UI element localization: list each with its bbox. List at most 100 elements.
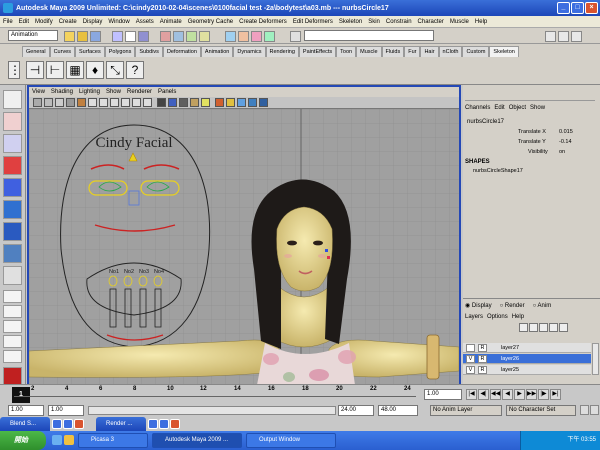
quick-launch-folder-icon[interactable] [64,435,74,445]
select-object-icon[interactable] [125,31,136,42]
render-icon[interactable] [238,31,249,42]
maximize-button[interactable]: □ [571,2,584,14]
menu-animate[interactable]: Animate [157,19,185,25]
menu-geometry-cache[interactable]: Geometry Cache [185,19,236,25]
smooth-shade-icon[interactable] [168,98,177,107]
bookmark-icon[interactable] [55,98,64,107]
taskbar-maya[interactable]: Autodesk Maya 2009 ... [152,433,242,448]
tool-settings-icon[interactable] [558,31,569,42]
shelf-tab-curves[interactable]: Curves [49,46,75,57]
move-tool-icon[interactable] [3,156,22,175]
channel-box-icon[interactable] [571,31,582,42]
menu-set-dropdown[interactable]: Animation [8,30,58,41]
menu-file[interactable]: File [0,19,16,25]
menu-skin[interactable]: Skin [365,19,383,25]
maximize-icon[interactable] [159,419,169,429]
joint-tool-icon[interactable]: ⊣ [26,61,44,79]
layer-menu-options[interactable]: Options [487,312,508,322]
xray-icon[interactable] [215,98,224,107]
select-hierarchy-icon[interactable] [112,31,123,42]
cb-menu-show[interactable]: Show [528,105,547,115]
shadows-icon[interactable] [259,98,268,107]
3d-viewport[interactable]: Cindy Facial No1 No2 No3 No4 [29,109,459,385]
shelf-tab-subdivs[interactable]: Subdivs [135,46,163,57]
minimized-blend-shape-window[interactable]: Blend S... [0,417,50,431]
shelf-tab-toon[interactable]: Toon [336,46,357,57]
animation-end-field[interactable]: 48.00 [378,405,418,416]
shelf-tab-fur[interactable]: Fur [404,46,421,57]
paint-select-tool-icon[interactable] [3,134,22,153]
restore-icon[interactable] [52,419,62,429]
render-settings-icon[interactable] [264,31,275,42]
minimized-render-window[interactable]: Render ... [96,417,146,431]
menu-muscle[interactable]: Muscle [447,19,472,25]
new-scene-icon[interactable] [64,31,75,42]
layer-row-selected[interactable]: V R layer26 [463,354,591,364]
paint-weights-icon[interactable]: ♦ [86,61,104,79]
taskbar-picasa[interactable]: Picasa 3 [78,433,148,448]
textured-icon[interactable] [190,98,199,107]
select-tool-icon[interactable] [3,90,22,109]
help-icon[interactable]: ? [126,61,144,79]
wireframe-icon[interactable] [157,98,166,107]
shelf-menu-icon[interactable]: ⋮ [8,61,21,79]
field-chart-icon[interactable] [121,98,130,107]
current-time-field[interactable]: 1.00 [424,389,462,400]
layer-menu-help[interactable]: Help [512,312,524,322]
layout-single-icon[interactable] [3,290,22,303]
camera-attr-icon[interactable] [44,98,53,107]
menu-create[interactable]: Create [56,19,80,25]
step-back-key-icon[interactable]: ◀| [478,389,489,400]
restore-icon[interactable] [148,419,158,429]
lasso-tool-icon[interactable] [3,112,22,131]
select-component-icon[interactable] [138,31,149,42]
shelf-tab-custom[interactable]: Custom [462,46,490,57]
layer-visibility-toggle[interactable] [466,344,475,352]
snap-plane-icon[interactable] [199,31,210,42]
menu-modify[interactable]: Modify [32,19,56,25]
preferences-icon[interactable] [590,405,599,415]
cb-menu-object[interactable]: Object [507,105,528,115]
shelf-tab-general[interactable]: General [22,46,50,57]
menu-assets[interactable]: Assets [133,19,157,25]
lights-icon[interactable] [201,98,210,107]
menu-skeleton[interactable]: Skeleton [336,19,365,25]
mirror-joint-icon[interactable]: ⤡ [106,61,124,79]
panel-menu-panels[interactable]: Panels [155,87,179,97]
layer-menu-layers[interactable]: Layers [465,312,483,322]
layout-four-icon[interactable] [3,305,22,318]
menu-window[interactable]: Window [105,19,132,25]
cb-menu-edit[interactable]: Edit [492,105,506,115]
anim-layer-dropdown[interactable]: No Anim Layer [430,405,502,416]
shelf-tab-dynamics[interactable]: Dynamics [233,46,266,57]
start-button[interactable]: 開始 [0,431,46,450]
character-set-dropdown[interactable]: No Character Set [506,405,576,416]
grid-icon[interactable] [77,98,86,107]
play-backward-icon[interactable]: ◀ [502,389,513,400]
scale-tool-icon[interactable] [3,200,22,219]
radio-anim[interactable]: ○ Anim [533,301,552,311]
wireframe-on-shaded-icon[interactable] [179,98,188,107]
time-slider[interactable]: 1 2 4 6 8 10 12 14 16 18 20 22 24 1.00 |… [0,384,600,404]
layout-outliner-icon[interactable] [3,335,22,348]
history-icon[interactable] [225,31,236,42]
input-line-field[interactable] [304,30,434,41]
panel-menu-lighting[interactable]: Lighting [76,87,103,97]
open-scene-icon[interactable] [77,31,88,42]
snap-grid-icon[interactable] [160,31,171,42]
attr-row-translate-x[interactable]: Translate X 0.015 [463,128,600,137]
save-scene-icon[interactable] [90,31,101,42]
ipr-render-icon[interactable] [251,31,262,42]
soft-mod-tool-icon[interactable] [3,244,22,263]
attribute-editor-icon[interactable] [545,31,556,42]
input-field-icon[interactable] [290,31,301,42]
shelf-tab-animation[interactable]: Animation [200,46,234,57]
cb-menu-channels[interactable]: Channels [463,105,492,115]
shelf-tab-skeleton[interactable]: Skeleton [489,46,519,57]
menu-constrain[interactable]: Constrain [383,19,415,25]
shelf-tab-polygons[interactable]: Polygons [104,46,136,57]
shelf-tab-surfaces[interactable]: Surfaces [75,46,105,57]
layer-visibility-toggle[interactable]: V [466,355,475,363]
layer-scrollbar[interactable] [592,343,599,375]
shelf-tab-hair[interactable]: Hair [420,46,439,57]
